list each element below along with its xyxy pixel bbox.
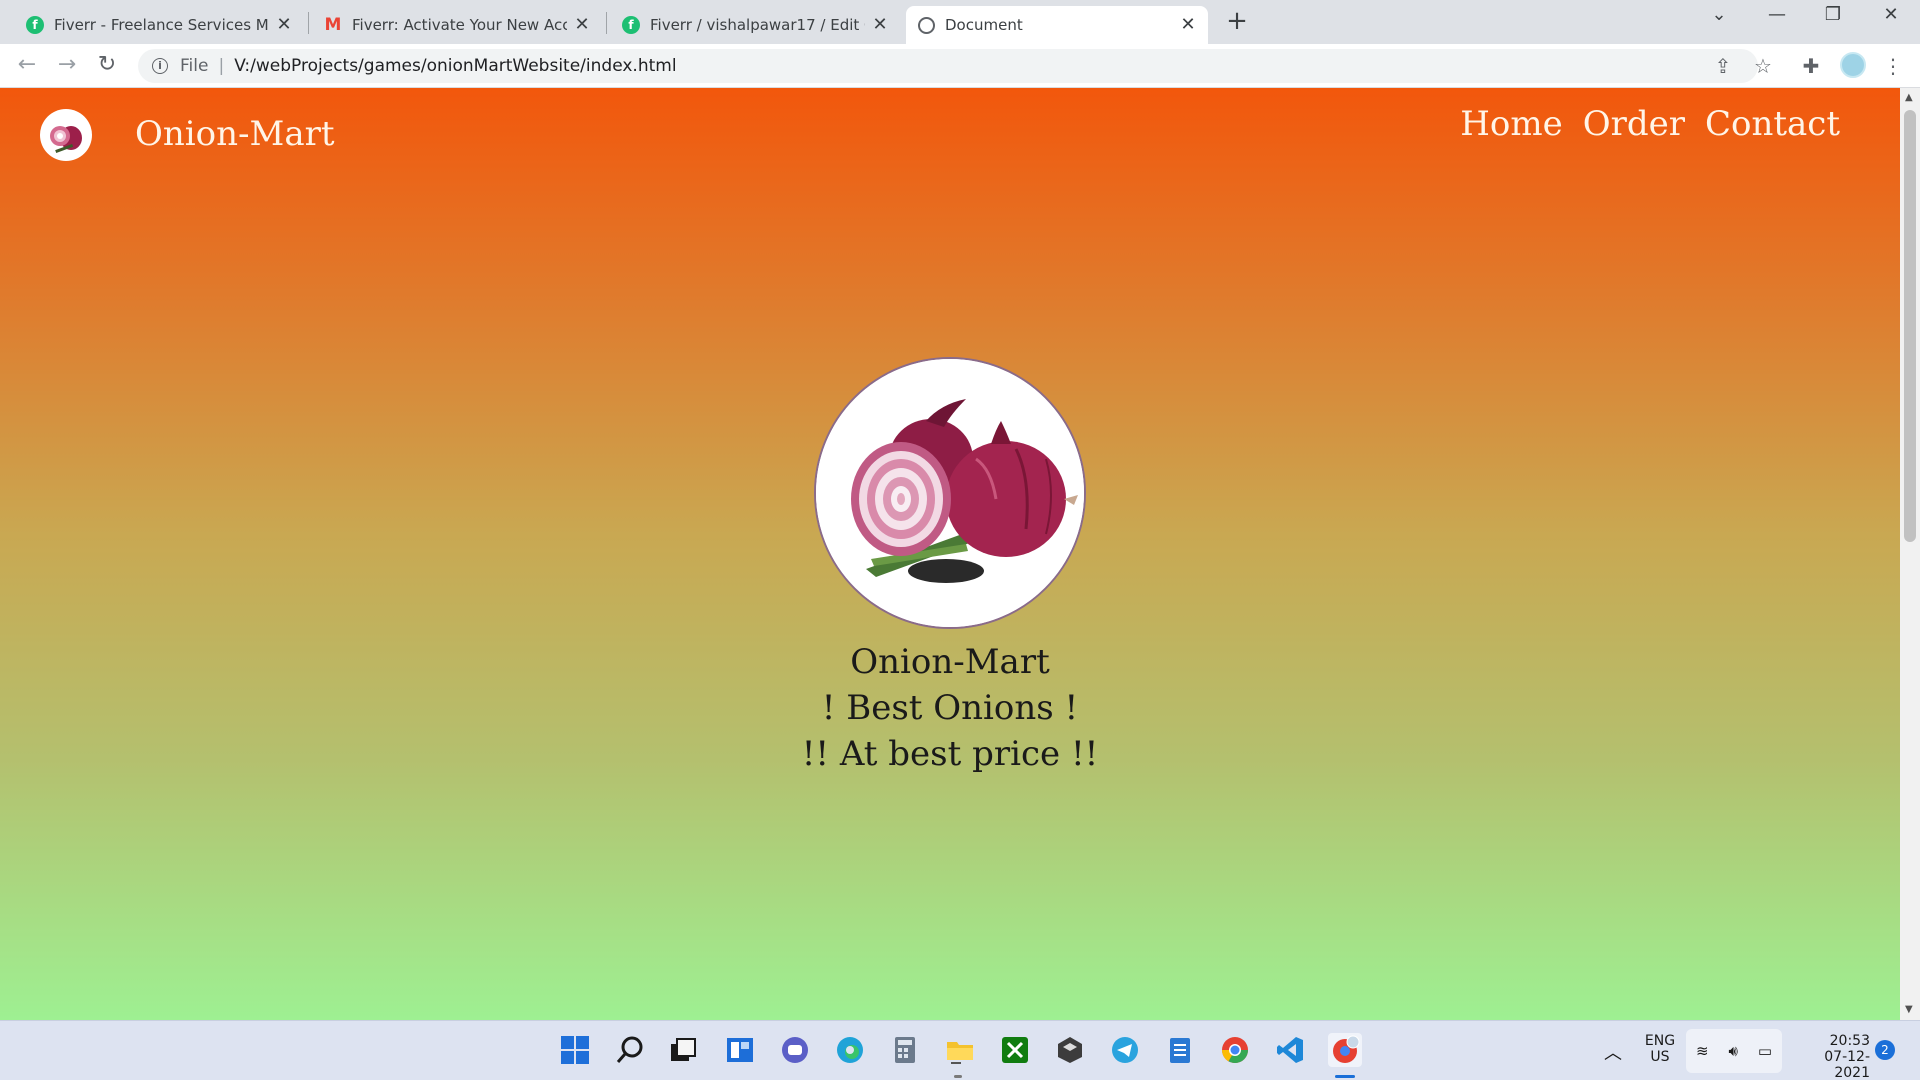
scroll-down-icon[interactable]: ▼ bbox=[1905, 1004, 1913, 1015]
tab-title: Fiverr: Activate Your New Accoun bbox=[352, 16, 567, 34]
battery-icon: ▭ bbox=[1757, 1042, 1773, 1060]
hero-tagline-1: ! Best Onions ! bbox=[821, 688, 1079, 728]
info-icon[interactable]: i bbox=[152, 58, 168, 74]
task-view-icon[interactable] bbox=[666, 1033, 700, 1067]
site-brand[interactable]: Onion-Mart bbox=[135, 114, 335, 154]
forward-icon[interactable]: → bbox=[52, 52, 82, 77]
taskbar: ︿ ENG US ≋ 🔊︎ ▭ 20:53 07-12-2021 bbox=[0, 1020, 1920, 1080]
menu-icon[interactable]: ⋮ bbox=[1880, 54, 1906, 78]
restore-icon[interactable]: ❐ bbox=[1818, 4, 1848, 25]
fiverr-icon: f bbox=[622, 16, 640, 34]
language-indicator[interactable]: ENG US bbox=[1640, 1033, 1680, 1065]
volume-icon: 🔊︎ bbox=[1728, 1042, 1738, 1060]
back-icon[interactable]: ← bbox=[12, 52, 42, 77]
bookmark-star-icon[interactable]: ☆ bbox=[1750, 54, 1776, 78]
nav-home[interactable]: Home bbox=[1460, 104, 1562, 144]
search-icon[interactable] bbox=[613, 1033, 647, 1067]
clock-time: 20:53 bbox=[1829, 1033, 1870, 1049]
tab-separator bbox=[308, 12, 309, 34]
extensions-icon[interactable]: ✚ bbox=[1798, 54, 1824, 78]
hero-tagline-2: !! At best price !! bbox=[801, 734, 1099, 774]
scroll-up-icon[interactable]: ▲ bbox=[1905, 92, 1913, 103]
xbox-icon[interactable] bbox=[998, 1033, 1032, 1067]
language-region: US bbox=[1650, 1049, 1670, 1065]
close-icon[interactable]: ✕ bbox=[572, 14, 592, 35]
tab-title: Fiverr - Freelance Services Marke bbox=[54, 16, 269, 34]
nav-contact[interactable]: Contact bbox=[1705, 104, 1840, 144]
telegram-icon[interactable] bbox=[1108, 1033, 1142, 1067]
notepad-icon[interactable] bbox=[1163, 1033, 1197, 1067]
notification-badge[interactable]: 2 bbox=[1875, 1040, 1895, 1060]
onion-image-icon bbox=[816, 359, 1084, 627]
tab-fiverr-edit-gig[interactable]: f Fiverr / vishalpawar17 / Edit Gig ✕ bbox=[610, 6, 900, 44]
minimize-icon[interactable]: — bbox=[1762, 4, 1792, 25]
edge-icon[interactable] bbox=[833, 1033, 867, 1067]
close-icon[interactable]: ✕ bbox=[1178, 14, 1198, 35]
toolbar: ← → ↻ i File | V:/webProjects/games/onio… bbox=[0, 44, 1920, 88]
calculator-icon[interactable] bbox=[888, 1033, 922, 1067]
tab-document[interactable]: Document ✕ bbox=[906, 6, 1208, 44]
widgets-icon[interactable] bbox=[723, 1033, 757, 1067]
unity-icon[interactable] bbox=[1053, 1033, 1087, 1067]
globe-icon bbox=[918, 16, 935, 34]
hero-title: Onion-Mart bbox=[850, 642, 1050, 682]
clock[interactable]: 20:53 07-12-2021 bbox=[1790, 1033, 1870, 1080]
tab-title: Fiverr / vishalpawar17 / Edit Gig bbox=[650, 16, 865, 34]
active-app-indicator bbox=[1335, 1075, 1355, 1078]
gmail-icon: M bbox=[324, 15, 342, 35]
show-hidden-icons[interactable]: ︿ bbox=[1604, 1039, 1622, 1065]
url-divider: | bbox=[218, 56, 225, 76]
nav-order[interactable]: Order bbox=[1583, 104, 1685, 144]
wifi-icon: ≋ bbox=[1695, 1042, 1709, 1060]
chrome-profile-icon[interactable] bbox=[1328, 1033, 1362, 1067]
profile-avatar[interactable] bbox=[1840, 52, 1866, 78]
hero-onion-image bbox=[814, 357, 1086, 629]
tab-strip: f Fiverr - Freelance Services Marke ✕ M … bbox=[0, 0, 1920, 44]
tab-gmail-activate[interactable]: M Fiverr: Activate Your New Accoun ✕ bbox=[312, 6, 602, 44]
new-tab-button[interactable]: + bbox=[1222, 6, 1252, 36]
close-icon[interactable]: ✕ bbox=[274, 14, 294, 35]
url-scheme: File bbox=[180, 56, 209, 76]
fiverr-icon: f bbox=[26, 16, 44, 34]
clock-date: 07-12-2021 bbox=[1824, 1049, 1870, 1080]
language-code: ENG bbox=[1644, 1033, 1676, 1049]
site-nav: Home Order Contact bbox=[1460, 104, 1840, 144]
vscode-icon[interactable] bbox=[1273, 1033, 1307, 1067]
file-explorer-icon[interactable] bbox=[943, 1033, 977, 1067]
tab-fiverr-marketplace[interactable]: f Fiverr - Freelance Services Marke ✕ bbox=[14, 6, 304, 44]
tab-title: Document bbox=[945, 16, 1023, 34]
url-text[interactable]: V:/webProjects/games/onionMartWebsite/in… bbox=[234, 56, 676, 76]
window-close-icon[interactable]: ✕ bbox=[1876, 4, 1906, 25]
start-icon[interactable] bbox=[558, 1033, 592, 1067]
reload-icon[interactable]: ↻ bbox=[92, 52, 122, 77]
page-viewport: Onion-Mart Home Order Contact Onion-Mart… bbox=[0, 88, 1900, 1020]
tab-separator bbox=[606, 12, 607, 34]
site-logo[interactable] bbox=[40, 109, 92, 161]
quick-settings[interactable]: ≋ 🔊︎ ▭ bbox=[1686, 1029, 1782, 1073]
close-icon[interactable]: ✕ bbox=[870, 14, 890, 35]
teams-chat-icon[interactable] bbox=[778, 1033, 812, 1067]
onion-logo-icon bbox=[50, 126, 82, 153]
chrome-icon[interactable] bbox=[1218, 1033, 1252, 1067]
share-icon[interactable]: ⇪ bbox=[1710, 54, 1736, 78]
page-scrollbar[interactable]: ▲ ▼ bbox=[1900, 88, 1920, 1020]
address-bar[interactable]: i File | V:/webProjects/games/onionMartW… bbox=[138, 49, 1758, 83]
running-app-indicator bbox=[954, 1075, 962, 1078]
tab-search-icon[interactable]: ⌄ bbox=[1704, 4, 1734, 25]
scrollbar-thumb[interactable] bbox=[1904, 110, 1916, 542]
